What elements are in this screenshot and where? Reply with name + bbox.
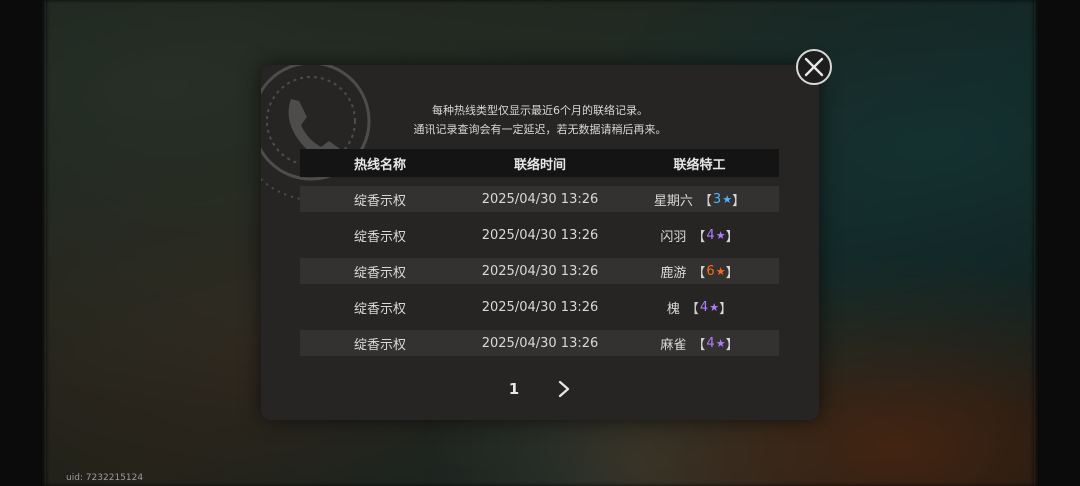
- bracket-open: 【: [685, 301, 699, 317]
- star-icon: ★: [715, 336, 726, 350]
- cell-hotline: 绽香示权: [353, 337, 406, 353]
- bracket-open: 【: [692, 337, 706, 353]
- close-button[interactable]: [796, 49, 832, 85]
- uid-label: uid: 7232215124: [66, 473, 144, 483]
- cell-hotline: 绽香示权: [353, 265, 406, 281]
- cell-hotline: 绽香示权: [353, 229, 406, 245]
- header-contact-time: 联络时间: [513, 157, 566, 173]
- cell-time: 2025/04/30 13:26: [481, 299, 599, 315]
- cell-time: 2025/04/30 13:26: [481, 227, 599, 243]
- cell-hotline: 绽香示权: [353, 193, 406, 209]
- cell-agent: 闪羽 【 4 ★ 】: [620, 226, 779, 245]
- header-contact-agent: 联络特工: [673, 157, 726, 173]
- chevron-right-icon[interactable]: [557, 380, 571, 398]
- cell-time: 2025/04/30 13:26: [481, 263, 599, 279]
- bracket-open: 【: [692, 265, 706, 281]
- agent-name: 槐: [666, 301, 680, 317]
- star-icon: ★: [715, 228, 726, 242]
- agent-name: 星期六: [653, 193, 693, 209]
- rarity-number: 4: [706, 335, 715, 351]
- bracket-close: 】: [725, 229, 739, 245]
- screen: uid: 7232215124 每种热线类型仅显示最近6个月的联络记录。 通讯记…: [0, 0, 1080, 486]
- bracket-close: 】: [725, 265, 739, 281]
- rarity-number: 4: [699, 299, 709, 315]
- table-row: 绽香示权 2025/04/30 13:26 鹿游 【 6 ★ 】: [300, 258, 779, 284]
- star-icon: ★: [722, 192, 733, 206]
- agent-name: 鹿游: [660, 265, 687, 281]
- notice-line-2: 通讯记录查询会有一定延迟，若无数据请稍后再来。: [413, 123, 667, 136]
- cell-agent: 鹿游 【 6 ★ 】: [620, 262, 779, 281]
- rarity-number: 4: [706, 227, 715, 243]
- notice-text: 每种热线类型仅显示最近6个月的联络记录。 通讯记录查询会有一定延迟，若无数据请稍…: [261, 101, 819, 139]
- cell-time: 2025/04/30 13:26: [481, 191, 599, 207]
- header-hotline-name: 热线名称: [353, 157, 406, 173]
- cell-agent: 星期六 【 3 ★ 】: [620, 190, 779, 209]
- table-row: 绽香示权 2025/04/30 13:26 闪羽 【 4 ★ 】: [300, 222, 779, 248]
- bracket-open: 【: [692, 229, 706, 245]
- cell-agent: 槐 【 4 ★ 】: [620, 298, 779, 317]
- star-icon: ★: [715, 264, 726, 278]
- pagination: 1: [261, 377, 819, 401]
- cell-time: 2025/04/30 13:26: [481, 335, 599, 351]
- bracket-close: 】: [719, 301, 733, 317]
- bracket-close: 】: [732, 193, 746, 209]
- table-header: 热线名称 联络时间 联络特工: [300, 149, 779, 177]
- current-page-number: 1: [508, 380, 520, 398]
- cell-hotline: 绽香示权: [353, 301, 406, 317]
- star-icon: ★: [709, 300, 720, 314]
- table-row: 绽香示权 2025/04/30 13:26 槐 【 4 ★ 】: [300, 294, 779, 320]
- rarity-number: 3: [712, 191, 722, 207]
- close-icon: [804, 57, 824, 77]
- agent-name: 闪羽: [660, 229, 687, 245]
- cell-agent: 麻雀 【 4 ★ 】: [620, 334, 779, 353]
- agent-name: 麻雀: [660, 337, 687, 353]
- contact-records-dialog: 每种热线类型仅显示最近6个月的联络记录。 通讯记录查询会有一定延迟，若无数据请稍…: [261, 65, 819, 420]
- notice-line-1: 每种热线类型仅显示最近6个月的联络记录。: [432, 104, 648, 117]
- bracket-close: 】: [725, 337, 739, 353]
- records-table: 热线名称 联络时间 联络特工 绽香示权 2025/04/30 13:26 星期六…: [300, 149, 779, 356]
- rarity-number: 6: [706, 263, 715, 279]
- bracket-open: 【: [698, 193, 712, 209]
- table-row: 绽香示权 2025/04/30 13:26 麻雀 【 4 ★ 】: [300, 330, 779, 356]
- table-row: 绽香示权 2025/04/30 13:26 星期六 【 3 ★ 】: [300, 186, 779, 212]
